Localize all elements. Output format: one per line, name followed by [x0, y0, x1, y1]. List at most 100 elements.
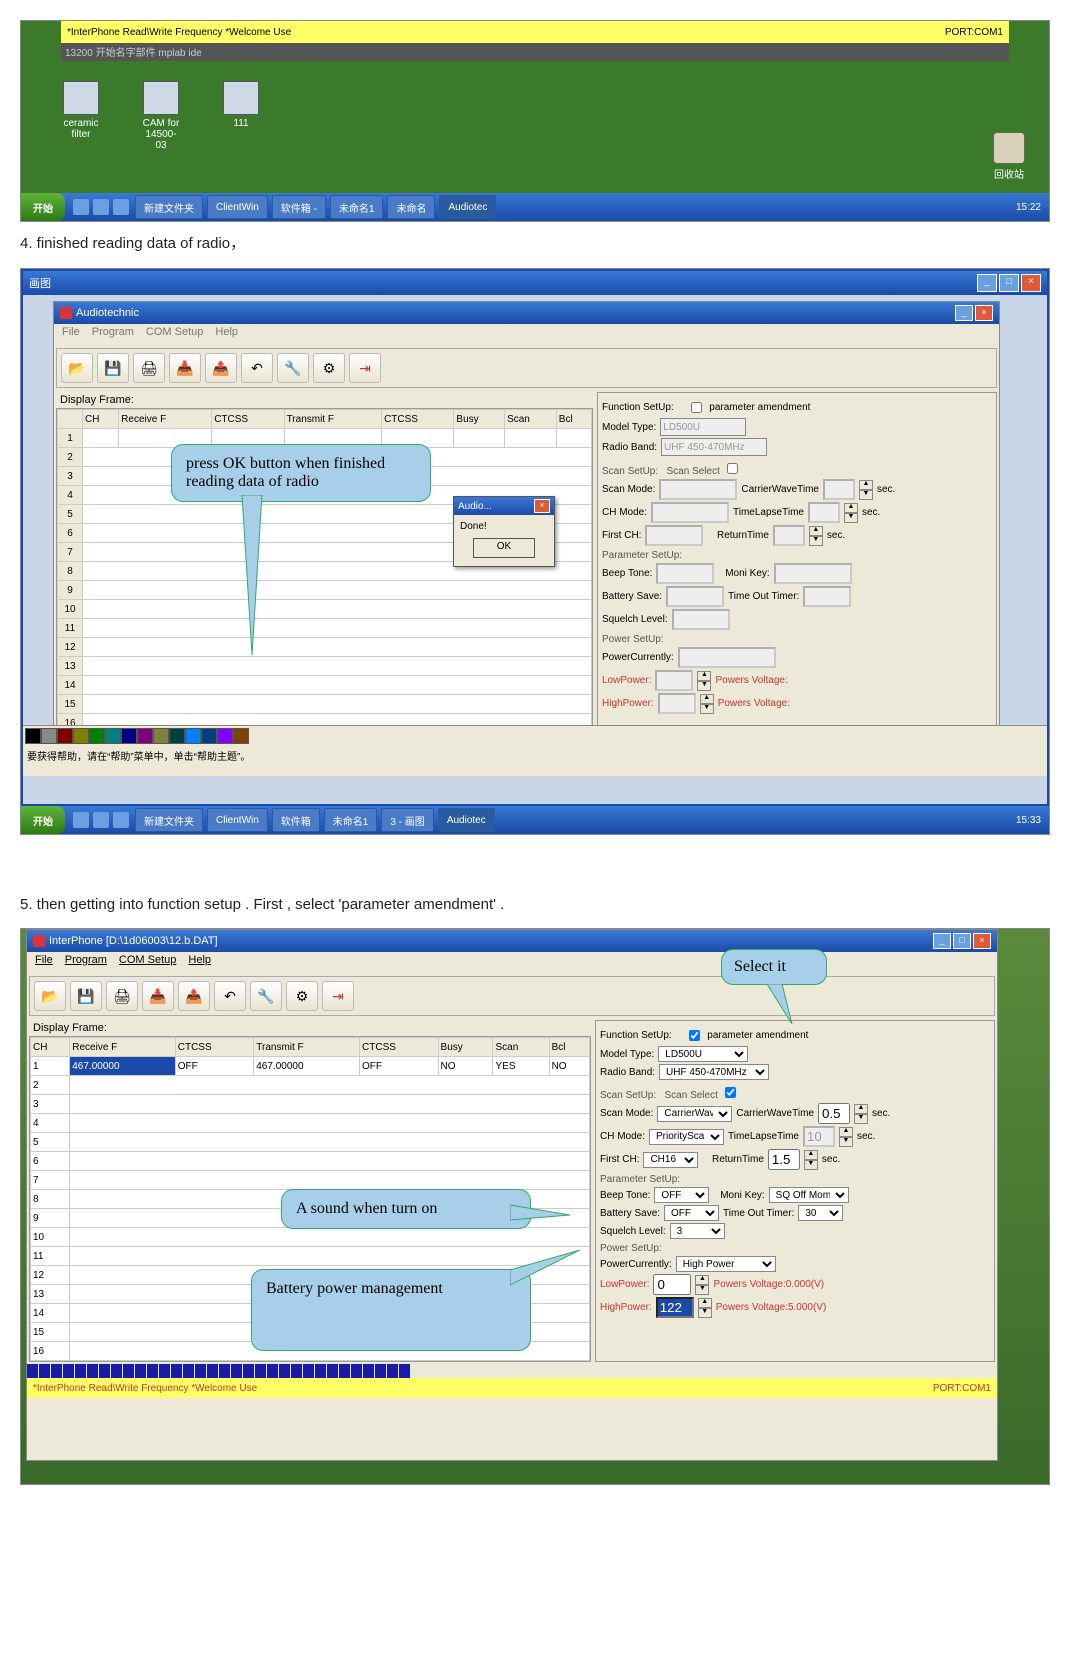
save-icon[interactable]: 💾 [70, 981, 102, 1011]
carrier-time-field[interactable] [818, 1103, 850, 1124]
minimize-button[interactable]: _ [933, 933, 951, 949]
undo-icon[interactable]: ↶ [214, 981, 246, 1011]
quick-icon[interactable] [93, 199, 109, 215]
config-icon[interactable]: 🔧 [250, 981, 282, 1011]
desktop-icon[interactable]: 111 [221, 81, 261, 151]
spin-up[interactable]: ▲ [854, 1104, 868, 1114]
write-icon[interactable]: 📤 [178, 981, 210, 1011]
menu-program[interactable]: Program [65, 954, 107, 972]
config-icon[interactable]: 🔧 [277, 353, 309, 383]
ok-button[interactable]: OK [473, 538, 535, 558]
taskbar-item[interactable]: 未命名1 [330, 195, 384, 219]
maximize-button[interactable]: □ [953, 933, 971, 949]
callout-select: Select it [721, 949, 827, 985]
scan-select-checkbox[interactable] [725, 1087, 736, 1098]
scan-mode-select[interactable]: CarrierWave [657, 1106, 732, 1122]
menu-com-setup[interactable]: COM Setup [146, 326, 203, 344]
print-icon[interactable]: 🖨 [106, 981, 138, 1011]
save-icon[interactable]: 💾 [97, 353, 129, 383]
radio-band-select[interactable]: UHF 450-470MHz [659, 1064, 769, 1080]
beep-tone-select[interactable]: OFF [654, 1187, 709, 1203]
menu-help[interactable]: Help [215, 326, 238, 344]
table-row[interactable]: 1 467.00000 OFF 467.00000 OFF NO YES NO [31, 1057, 590, 1076]
taskbar-item[interactable]: Audiotec [439, 195, 496, 219]
start-button[interactable]: 开始 [21, 806, 65, 834]
spin-down[interactable]: ▼ [854, 1114, 868, 1124]
close-button[interactable]: × [1021, 274, 1041, 292]
dialog-close-button[interactable]: × [534, 499, 550, 513]
status-bar: *InterPhone Read\Write Frequency *Welcom… [61, 21, 1009, 43]
power-current-select [678, 647, 776, 668]
desktop-icons: ceramic filter CAM for 14500-03 111 [61, 81, 261, 151]
taskbar-item[interactable]: ClientWin [207, 808, 268, 832]
squelch-select[interactable]: 3 [670, 1223, 725, 1239]
quick-icon[interactable] [73, 812, 89, 828]
desktop-icon[interactable]: CAM for 14500-03 [141, 81, 181, 151]
low-power-field [655, 670, 693, 691]
print-icon[interactable]: 🖨 [133, 353, 165, 383]
gear-icon[interactable]: ⚙ [286, 981, 318, 1011]
taskbar-item[interactable]: ClientWin [207, 195, 268, 219]
taskbar-item[interactable]: 3 - 画图 [381, 808, 433, 832]
screenshot-2: 画图 _□× Audiotechnic _× File Program COM … [20, 268, 1050, 835]
moni-key-select[interactable]: SQ Off Mom. [769, 1187, 849, 1203]
param-amend-checkbox[interactable] [689, 1030, 700, 1041]
quick-icon[interactable] [113, 199, 129, 215]
status-left: *InterPhone Read\Write Frequency *Welcom… [67, 27, 291, 38]
maximize-button[interactable]: □ [999, 274, 1019, 292]
write-icon[interactable]: 📤 [205, 353, 237, 383]
read-icon[interactable]: 📥 [169, 353, 201, 383]
battery-save-select[interactable]: OFF [664, 1205, 719, 1221]
scan-select-checkbox[interactable] [727, 463, 738, 474]
ch-mode-select[interactable]: PriorityScant [649, 1129, 724, 1145]
function-setup-panel: Function SetUp: parameter amendment Mode… [595, 1020, 995, 1362]
high-power-field[interactable] [656, 1297, 694, 1318]
taskbar-item[interactable]: 新建文件夹 [135, 195, 203, 219]
taskbar-item[interactable]: 软件箱 [272, 808, 320, 832]
menu-com-setup[interactable]: COM Setup [119, 954, 176, 972]
read-icon[interactable]: 📥 [142, 981, 174, 1011]
outer-titlebar: 画图 _□× [23, 271, 1047, 295]
spin-up[interactable]: ▲ [804, 1150, 818, 1160]
recycle-bin-icon[interactable]: 回收站 [989, 132, 1029, 181]
open-icon[interactable]: 📂 [61, 353, 93, 383]
toolbar: 📂 💾 🖨 📥 📤 ↶ 🔧 ⚙ ⇥ [29, 976, 995, 1016]
close-button[interactable]: × [973, 933, 991, 949]
tot-select[interactable]: 30 [798, 1205, 843, 1221]
spin-down[interactable]: ▼ [804, 1160, 818, 1170]
taskbar-item[interactable]: 新建文件夹 [135, 808, 203, 832]
minimize-button[interactable]: _ [977, 274, 997, 292]
open-icon[interactable]: 📂 [34, 981, 66, 1011]
taskbar-item[interactable]: Audiotec [438, 808, 495, 832]
return-time-field[interactable] [768, 1149, 800, 1170]
taskbar-item[interactable]: 软件箱 - [272, 195, 326, 219]
close-button[interactable]: × [975, 305, 993, 321]
gear-icon[interactable]: ⚙ [313, 353, 345, 383]
spin-down[interactable]: ▼ [698, 1308, 712, 1318]
menu-program[interactable]: Program [92, 326, 134, 344]
param-amend-checkbox[interactable] [691, 402, 702, 413]
menu-file[interactable]: File [35, 954, 53, 972]
spin-down[interactable]: ▼ [695, 1285, 709, 1295]
quick-icon[interactable] [113, 812, 129, 828]
spin-up[interactable]: ▲ [695, 1275, 709, 1285]
desktop-icon[interactable]: ceramic filter [61, 81, 101, 151]
menu-file[interactable]: File [62, 326, 80, 344]
exit-icon[interactable]: ⇥ [322, 981, 354, 1011]
quick-icon[interactable] [93, 812, 109, 828]
low-power-field[interactable] [653, 1274, 691, 1295]
exit-icon[interactable]: ⇥ [349, 353, 381, 383]
taskbar-item[interactable]: 未命名1 [324, 808, 378, 832]
first-ch-select[interactable]: CH16 [643, 1152, 698, 1168]
spin-up[interactable]: ▲ [698, 1298, 712, 1308]
status-port: PORT:COM1 [945, 27, 1003, 38]
undo-icon[interactable]: ↶ [241, 353, 273, 383]
display-frame-label: Display Frame: [56, 392, 593, 408]
taskbar-item[interactable]: 未命名 [387, 195, 435, 219]
power-current-select[interactable]: High Power [676, 1256, 776, 1272]
minimize-button[interactable]: _ [955, 305, 973, 321]
model-type-select[interactable]: LD500U [658, 1046, 748, 1062]
quick-icon[interactable] [73, 199, 89, 215]
menu-help[interactable]: Help [188, 954, 211, 972]
start-button[interactable]: 开始 [21, 193, 65, 221]
